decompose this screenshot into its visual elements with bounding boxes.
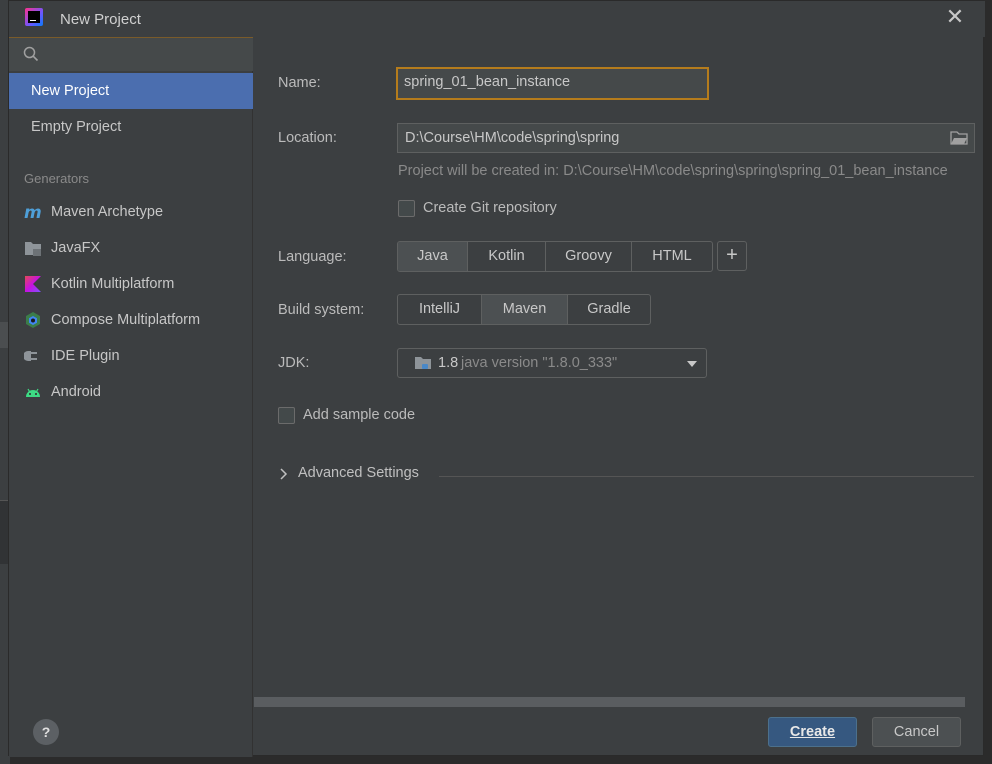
javafx-folder-icon: [25, 242, 41, 256]
language-label: Language:: [278, 249, 347, 265]
horizontal-scrollbar[interactable]: [254, 697, 965, 707]
jdk-folder-icon: [415, 357, 431, 369]
sidebar-item-label: JavaFX: [51, 240, 101, 256]
search-input[interactable]: [9, 37, 253, 71]
sidebar-item-empty-project[interactable]: Empty Project: [9, 109, 253, 145]
add-sample-code-checkbox[interactable]: [278, 407, 295, 424]
kotlin-icon: [25, 276, 41, 292]
sidebar-item-label: Android: [51, 384, 101, 400]
sidebar-item-kotlin-multiplatform[interactable]: Kotlin Multiplatform: [9, 266, 253, 302]
create-git-label[interactable]: Create Git repository: [423, 200, 557, 216]
compose-icon: [26, 312, 40, 328]
build-option-gradle[interactable]: Gradle: [568, 295, 650, 324]
location-field[interactable]: D:\Course\HM\code\spring\spring: [397, 123, 975, 153]
browse-folder-icon[interactable]: [950, 130, 968, 146]
create-button-label: Create: [789, 724, 836, 740]
generators-section-title: Generators: [24, 171, 90, 186]
name-field[interactable]: spring_01_bean_instance: [396, 67, 709, 100]
sidebar-item-maven-archetype[interactable]: m Maven Archetype: [9, 194, 253, 230]
new-project-dialog: New Project ✕ New Project Empty Project …: [8, 0, 985, 757]
create-button[interactable]: Create: [768, 717, 857, 747]
jdk-dropdown[interactable]: 1.8 java version "1.8.0_333": [397, 348, 707, 378]
maven-icon: m: [24, 203, 42, 221]
sidebar-item-label: Compose Multiplatform: [51, 312, 201, 328]
language-option-java[interactable]: Java: [398, 242, 468, 271]
location-value: D:\Course\HM\code\spring\spring: [405, 130, 620, 146]
advanced-settings-divider: [439, 476, 974, 477]
build-option-intellij[interactable]: IntelliJ: [398, 295, 482, 324]
create-git-checkbox[interactable]: [398, 200, 415, 217]
sidebar-item-android[interactable]: Android: [9, 374, 253, 410]
jdk-version: 1.8: [438, 355, 459, 371]
dialog-title: New Project: [60, 11, 141, 28]
build-system-selector: IntelliJ Maven Gradle: [397, 294, 651, 325]
plugin-icon: [24, 351, 37, 361]
sidebar: New Project Empty Project Generators m M…: [9, 37, 253, 757]
build-option-maven[interactable]: Maven: [482, 295, 568, 324]
close-icon[interactable]: ✕: [943, 6, 967, 30]
help-button[interactable]: ?: [33, 719, 59, 745]
sidebar-item-label: Maven Archetype: [51, 204, 164, 220]
chevron-down-icon: [687, 361, 697, 367]
sidebar-item-label: IDE Plugin: [51, 348, 120, 364]
location-label: Location:: [278, 130, 337, 146]
advanced-settings-label: Advanced Settings: [298, 465, 419, 481]
cancel-button[interactable]: Cancel: [872, 717, 961, 747]
language-selector: Java Kotlin Groovy HTML: [397, 241, 713, 272]
jdk-label: JDK:: [278, 355, 310, 371]
build-system-label: Build system:: [278, 302, 365, 318]
sidebar-item-javafx[interactable]: JavaFX: [9, 230, 253, 266]
jdk-description: java version "1.8.0_333": [461, 355, 618, 371]
name-label: Name:: [278, 75, 321, 91]
chevron-right-icon: [280, 468, 288, 480]
project-form: Name: spring_01_bean_instance Location: …: [254, 37, 984, 697]
svg-text:m: m: [24, 203, 42, 221]
title-bar: New Project ✕: [9, 1, 985, 37]
sidebar-item-label: Kotlin Multiplatform: [51, 276, 175, 292]
sidebar-item-compose-multiplatform[interactable]: Compose Multiplatform: [9, 302, 253, 338]
sidebar-item-ide-plugin[interactable]: IDE Plugin: [9, 338, 253, 374]
android-icon: [26, 388, 40, 397]
language-option-groovy[interactable]: Groovy: [546, 242, 632, 271]
language-option-html[interactable]: HTML: [632, 242, 712, 271]
search-icon: [23, 46, 39, 62]
intellij-app-icon: [25, 8, 43, 26]
add-sample-code-label[interactable]: Add sample code: [303, 407, 415, 423]
language-option-kotlin[interactable]: Kotlin: [468, 242, 546, 271]
location-hint: Project will be created in: D:\Course\HM…: [398, 163, 948, 179]
add-language-button[interactable]: +: [717, 241, 747, 271]
sidebar-item-new-project[interactable]: New Project: [9, 73, 253, 109]
